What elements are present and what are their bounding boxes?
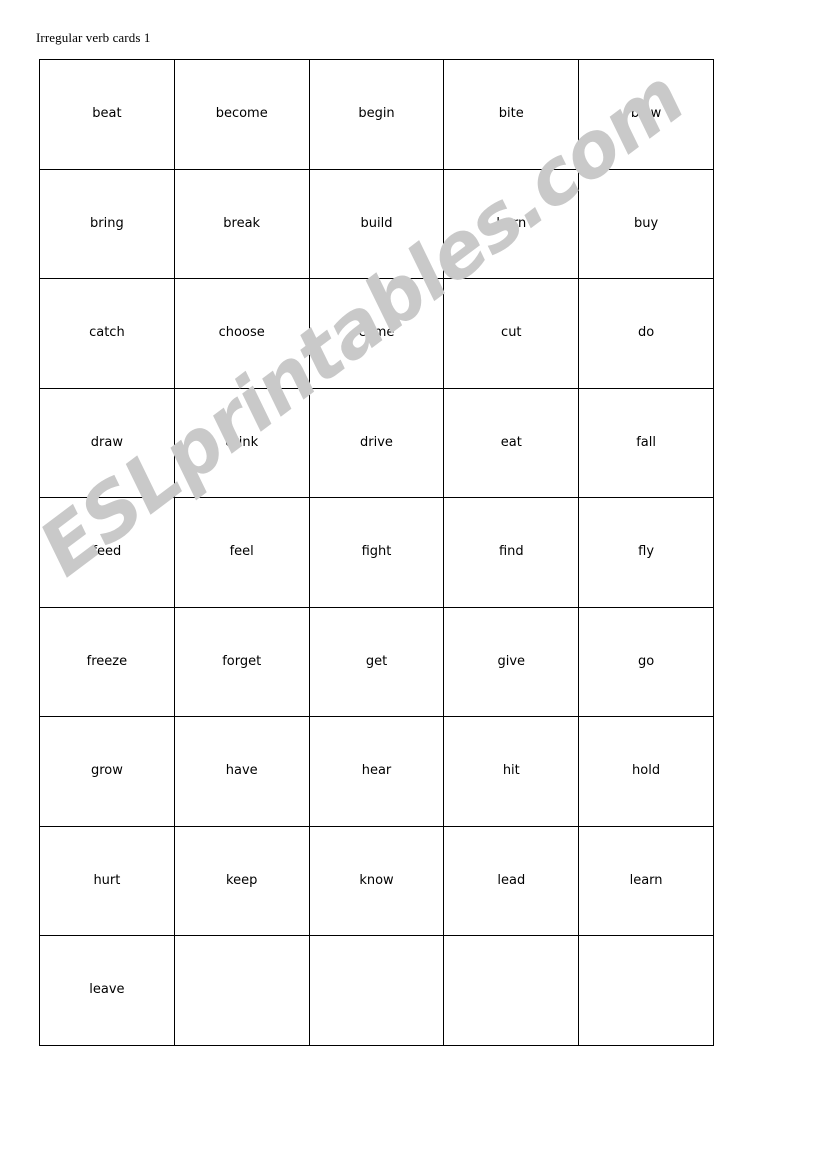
verb-card-label: catch bbox=[89, 325, 125, 341]
verb-card-cell-empty[interactable] bbox=[308, 935, 445, 1046]
verb-card-label: become bbox=[215, 106, 268, 122]
verb-card-label: beat bbox=[92, 106, 122, 122]
verb-card-cell[interactable]: feed bbox=[39, 497, 175, 608]
verb-card-label: fight bbox=[361, 544, 392, 560]
verb-card-cell[interactable]: get bbox=[308, 606, 445, 717]
verb-card-cell[interactable]: drive bbox=[308, 387, 445, 498]
verb-card-label: break bbox=[223, 215, 261, 231]
verb-card-cell[interactable]: eat bbox=[443, 387, 580, 498]
verb-cards-table: beat become begin bite blow bring break … bbox=[39, 59, 714, 1046]
verb-card-cell-empty[interactable] bbox=[443, 935, 580, 1046]
verb-card-label: grow bbox=[90, 763, 123, 779]
verb-card-cell[interactable]: drink bbox=[173, 387, 310, 498]
verb-card-label: get bbox=[365, 653, 388, 669]
verb-cards-body: beat become begin bite blow bring break … bbox=[39, 59, 714, 1046]
verb-card-label: feed bbox=[92, 544, 122, 560]
verb-card-cell[interactable]: blow bbox=[578, 59, 714, 170]
verb-card-cell[interactable]: burn bbox=[443, 168, 580, 279]
verb-card-label: cut bbox=[501, 325, 522, 341]
verb-card-label: fly bbox=[638, 544, 655, 560]
verb-card-cell[interactable]: hear bbox=[308, 716, 445, 827]
verb-card-label: bite bbox=[498, 106, 524, 122]
verb-card-cell[interactable]: know bbox=[308, 825, 445, 936]
verb-card-cell[interactable]: fight bbox=[308, 497, 445, 608]
table-row: beat become begin bite blow bbox=[39, 59, 714, 170]
verb-card-cell[interactable]: go bbox=[578, 606, 714, 717]
verb-card-label: drive bbox=[360, 434, 393, 450]
table-row: hurt keep know lead learn bbox=[39, 825, 714, 936]
table-row: bring break build burn buy bbox=[39, 168, 714, 279]
verb-card-cell[interactable]: bite bbox=[443, 59, 580, 170]
table-row: draw drink drive eat fall bbox=[39, 387, 714, 498]
verb-card-cell[interactable]: hurt bbox=[39, 825, 175, 936]
verb-card-cell-empty[interactable] bbox=[173, 935, 310, 1046]
verb-card-cell[interactable]: do bbox=[578, 278, 714, 389]
verb-card-cell[interactable]: become bbox=[173, 59, 310, 170]
verb-card-cell[interactable]: build bbox=[308, 168, 445, 279]
verb-card-label: freeze bbox=[86, 653, 128, 669]
verb-card-cell[interactable]: find bbox=[443, 497, 580, 608]
verb-card-cell[interactable]: freeze bbox=[39, 606, 175, 717]
verb-card-label: come bbox=[358, 325, 395, 341]
verb-card-cell[interactable]: leave bbox=[39, 935, 175, 1046]
verb-card-cell-empty[interactable] bbox=[578, 935, 714, 1046]
verb-card-cell[interactable]: fall bbox=[578, 387, 714, 498]
verb-card-label: begin bbox=[358, 106, 395, 122]
verb-card-cell[interactable]: cut bbox=[443, 278, 580, 389]
verb-card-label: learn bbox=[629, 872, 663, 888]
verb-card-label: give bbox=[497, 653, 526, 669]
verb-card-label: find bbox=[498, 544, 524, 560]
verb-card-cell[interactable]: forget bbox=[173, 606, 310, 717]
verb-card-cell[interactable]: lead bbox=[443, 825, 580, 936]
verb-card-label: have bbox=[225, 763, 258, 779]
verb-card-cell[interactable]: learn bbox=[578, 825, 714, 936]
verb-card-cell[interactable]: buy bbox=[578, 168, 714, 279]
verb-card-label: forget bbox=[222, 653, 262, 669]
verb-card-label: keep bbox=[226, 872, 258, 888]
table-row: catch choose come cut do bbox=[39, 278, 714, 389]
verb-card-cell[interactable]: beat bbox=[39, 59, 175, 170]
verb-card-label: buy bbox=[633, 215, 659, 231]
verb-card-cell[interactable]: choose bbox=[173, 278, 310, 389]
verb-card-cell[interactable]: give bbox=[443, 606, 580, 717]
worksheet-page: Irregular verb cards 1 beat become begin… bbox=[0, 0, 826, 1169]
verb-card-label: choose bbox=[218, 325, 265, 341]
verb-card-cell[interactable]: draw bbox=[39, 387, 175, 498]
verb-card-label: blow bbox=[630, 106, 662, 122]
verb-card-label: do bbox=[637, 325, 655, 341]
verb-card-label: go bbox=[637, 653, 655, 669]
verb-card-cell[interactable]: keep bbox=[173, 825, 310, 936]
verb-card-label: know bbox=[359, 872, 394, 888]
table-row: grow have hear hit hold bbox=[39, 716, 714, 827]
table-row: leave bbox=[39, 935, 714, 1046]
verb-card-cell[interactable]: begin bbox=[308, 59, 445, 170]
verb-card-label: build bbox=[360, 215, 393, 231]
verb-card-label: leave bbox=[89, 982, 125, 998]
verb-card-label: bring bbox=[90, 215, 124, 231]
verb-card-cell[interactable]: grow bbox=[39, 716, 175, 827]
verb-card-label: hit bbox=[502, 763, 520, 779]
verb-card-label: drink bbox=[225, 434, 259, 450]
verb-card-label: hurt bbox=[93, 872, 121, 888]
page-title: Irregular verb cards 1 bbox=[36, 30, 151, 45]
verb-card-cell[interactable]: hit bbox=[443, 716, 580, 827]
verb-card-cell[interactable]: feel bbox=[173, 497, 310, 608]
verb-card-cell[interactable]: come bbox=[308, 278, 445, 389]
verb-card-cell[interactable]: break bbox=[173, 168, 310, 279]
verb-card-label: lead bbox=[497, 872, 526, 888]
verb-card-label: eat bbox=[500, 434, 522, 450]
verb-card-cell[interactable]: fly bbox=[578, 497, 714, 608]
verb-card-cell[interactable]: hold bbox=[578, 716, 714, 827]
verb-card-label: feel bbox=[229, 544, 254, 560]
verb-card-label: fall bbox=[636, 434, 656, 450]
table-row: feed feel fight find fly bbox=[39, 497, 714, 608]
verb-card-cell[interactable]: bring bbox=[39, 168, 175, 279]
verb-card-cell[interactable]: catch bbox=[39, 278, 175, 389]
verb-card-label: hold bbox=[632, 763, 661, 779]
verb-card-label: hear bbox=[361, 763, 392, 779]
table-row: freeze forget get give go bbox=[39, 606, 714, 717]
verb-card-cell[interactable]: have bbox=[173, 716, 310, 827]
verb-card-label: draw bbox=[90, 434, 123, 450]
verb-card-label: burn bbox=[496, 215, 527, 231]
